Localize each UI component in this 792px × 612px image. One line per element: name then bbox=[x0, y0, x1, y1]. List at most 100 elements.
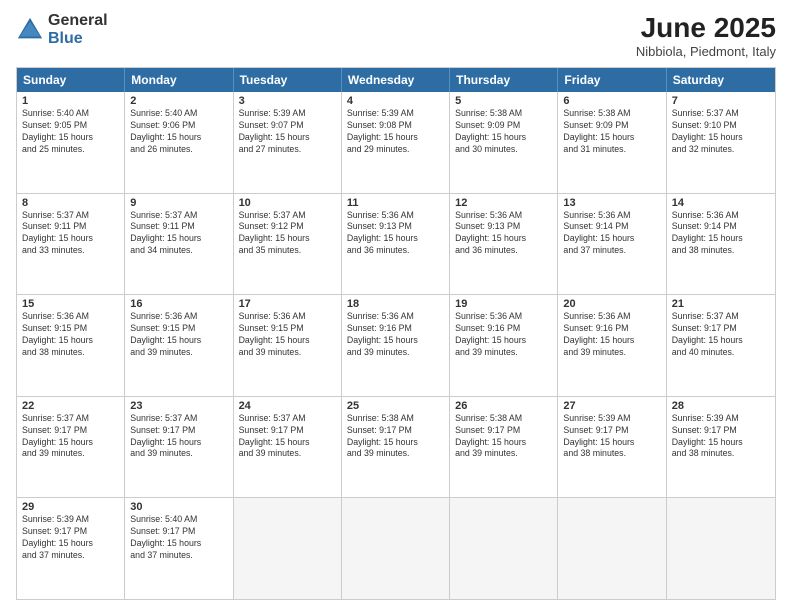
cell-info: Sunrise: 5:37 AMSunset: 9:17 PMDaylight:… bbox=[22, 413, 93, 459]
day-number: 21 bbox=[672, 298, 770, 310]
day-number: 2 bbox=[130, 95, 227, 107]
cal-cell bbox=[450, 498, 558, 599]
day-number: 14 bbox=[672, 197, 770, 209]
day-number: 16 bbox=[130, 298, 227, 310]
cal-cell: 6 Sunrise: 5:38 AMSunset: 9:09 PMDayligh… bbox=[558, 92, 666, 193]
day-number: 7 bbox=[672, 95, 770, 107]
cal-cell: 22 Sunrise: 5:37 AMSunset: 9:17 PMDaylig… bbox=[17, 397, 125, 498]
header-sunday: Sunday bbox=[17, 68, 125, 92]
day-number: 15 bbox=[22, 298, 119, 310]
cal-cell: 19 Sunrise: 5:36 AMSunset: 9:16 PMDaylig… bbox=[450, 295, 558, 396]
cal-cell bbox=[558, 498, 666, 599]
header-monday: Monday bbox=[125, 68, 233, 92]
cell-info: Sunrise: 5:36 AMSunset: 9:14 PMDaylight:… bbox=[672, 210, 743, 256]
cal-cell: 24 Sunrise: 5:37 AMSunset: 9:17 PMDaylig… bbox=[234, 397, 342, 498]
day-number: 1 bbox=[22, 95, 119, 107]
day-number: 19 bbox=[455, 298, 552, 310]
cell-info: Sunrise: 5:38 AMSunset: 9:09 PMDaylight:… bbox=[563, 108, 634, 154]
cal-cell: 29 Sunrise: 5:39 AMSunset: 9:17 PMDaylig… bbox=[17, 498, 125, 599]
day-number: 28 bbox=[672, 400, 770, 412]
day-number: 27 bbox=[563, 400, 660, 412]
cell-info: Sunrise: 5:39 AMSunset: 9:17 PMDaylight:… bbox=[672, 413, 743, 459]
cell-info: Sunrise: 5:37 AMSunset: 9:11 PMDaylight:… bbox=[130, 210, 201, 256]
cal-cell: 1 Sunrise: 5:40 AMSunset: 9:05 PMDayligh… bbox=[17, 92, 125, 193]
cal-cell: 4 Sunrise: 5:39 AMSunset: 9:08 PMDayligh… bbox=[342, 92, 450, 193]
cell-info: Sunrise: 5:38 AMSunset: 9:17 PMDaylight:… bbox=[455, 413, 526, 459]
cal-cell: 15 Sunrise: 5:36 AMSunset: 9:15 PMDaylig… bbox=[17, 295, 125, 396]
cell-info: Sunrise: 5:36 AMSunset: 9:16 PMDaylight:… bbox=[455, 311, 526, 357]
page: General Blue June 2025 Nibbiola, Piedmon… bbox=[0, 0, 792, 612]
cal-cell: 5 Sunrise: 5:38 AMSunset: 9:09 PMDayligh… bbox=[450, 92, 558, 193]
cell-info: Sunrise: 5:36 AMSunset: 9:13 PMDaylight:… bbox=[455, 210, 526, 256]
cal-cell: 20 Sunrise: 5:36 AMSunset: 9:16 PMDaylig… bbox=[558, 295, 666, 396]
cal-cell: 25 Sunrise: 5:38 AMSunset: 9:17 PMDaylig… bbox=[342, 397, 450, 498]
cal-cell: 11 Sunrise: 5:36 AMSunset: 9:13 PMDaylig… bbox=[342, 194, 450, 295]
cell-info: Sunrise: 5:38 AMSunset: 9:09 PMDaylight:… bbox=[455, 108, 526, 154]
cell-info: Sunrise: 5:40 AMSunset: 9:06 PMDaylight:… bbox=[130, 108, 201, 154]
header-wednesday: Wednesday bbox=[342, 68, 450, 92]
cal-cell: 13 Sunrise: 5:36 AMSunset: 9:14 PMDaylig… bbox=[558, 194, 666, 295]
cal-cell: 30 Sunrise: 5:40 AMSunset: 9:17 PMDaylig… bbox=[125, 498, 233, 599]
day-number: 13 bbox=[563, 197, 660, 209]
day-number: 6 bbox=[563, 95, 660, 107]
logo-text: General Blue bbox=[48, 12, 108, 47]
cal-cell: 3 Sunrise: 5:39 AMSunset: 9:07 PMDayligh… bbox=[234, 92, 342, 193]
cell-info: Sunrise: 5:36 AMSunset: 9:15 PMDaylight:… bbox=[239, 311, 310, 357]
cal-cell: 16 Sunrise: 5:36 AMSunset: 9:15 PMDaylig… bbox=[125, 295, 233, 396]
cal-cell bbox=[234, 498, 342, 599]
cell-info: Sunrise: 5:39 AMSunset: 9:07 PMDaylight:… bbox=[239, 108, 310, 154]
cal-cell: 2 Sunrise: 5:40 AMSunset: 9:06 PMDayligh… bbox=[125, 92, 233, 193]
cell-info: Sunrise: 5:39 AMSunset: 9:08 PMDaylight:… bbox=[347, 108, 418, 154]
cell-info: Sunrise: 5:38 AMSunset: 9:17 PMDaylight:… bbox=[347, 413, 418, 459]
cell-info: Sunrise: 5:40 AMSunset: 9:05 PMDaylight:… bbox=[22, 108, 93, 154]
calendar-row: 22 Sunrise: 5:37 AMSunset: 9:17 PMDaylig… bbox=[17, 396, 775, 498]
cal-cell: 12 Sunrise: 5:36 AMSunset: 9:13 PMDaylig… bbox=[450, 194, 558, 295]
day-number: 12 bbox=[455, 197, 552, 209]
header-thursday: Thursday bbox=[450, 68, 558, 92]
day-number: 4 bbox=[347, 95, 444, 107]
calendar-row: 8 Sunrise: 5:37 AMSunset: 9:11 PMDayligh… bbox=[17, 193, 775, 295]
day-number: 10 bbox=[239, 197, 336, 209]
day-number: 8 bbox=[22, 197, 119, 209]
cell-info: Sunrise: 5:37 AMSunset: 9:17 PMDaylight:… bbox=[130, 413, 201, 459]
cell-info: Sunrise: 5:36 AMSunset: 9:14 PMDaylight:… bbox=[563, 210, 634, 256]
day-number: 20 bbox=[563, 298, 660, 310]
cell-info: Sunrise: 5:37 AMSunset: 9:11 PMDaylight:… bbox=[22, 210, 93, 256]
cell-info: Sunrise: 5:37 AMSunset: 9:10 PMDaylight:… bbox=[672, 108, 743, 154]
cell-info: Sunrise: 5:39 AMSunset: 9:17 PMDaylight:… bbox=[22, 514, 93, 560]
cell-info: Sunrise: 5:36 AMSunset: 9:13 PMDaylight:… bbox=[347, 210, 418, 256]
calendar-row: 15 Sunrise: 5:36 AMSunset: 9:15 PMDaylig… bbox=[17, 294, 775, 396]
logo: General Blue bbox=[16, 12, 108, 47]
cal-cell: 23 Sunrise: 5:37 AMSunset: 9:17 PMDaylig… bbox=[125, 397, 233, 498]
header: General Blue June 2025 Nibbiola, Piedmon… bbox=[16, 12, 776, 59]
cell-info: Sunrise: 5:37 AMSunset: 9:12 PMDaylight:… bbox=[239, 210, 310, 256]
calendar: Sunday Monday Tuesday Wednesday Thursday… bbox=[16, 67, 776, 600]
cal-cell: 26 Sunrise: 5:38 AMSunset: 9:17 PMDaylig… bbox=[450, 397, 558, 498]
cal-cell: 18 Sunrise: 5:36 AMSunset: 9:16 PMDaylig… bbox=[342, 295, 450, 396]
cell-info: Sunrise: 5:37 AMSunset: 9:17 PMDaylight:… bbox=[239, 413, 310, 459]
month-year: June 2025 bbox=[636, 12, 776, 44]
day-number: 22 bbox=[22, 400, 119, 412]
cell-info: Sunrise: 5:36 AMSunset: 9:15 PMDaylight:… bbox=[22, 311, 93, 357]
cell-info: Sunrise: 5:36 AMSunset: 9:16 PMDaylight:… bbox=[347, 311, 418, 357]
cal-cell: 14 Sunrise: 5:36 AMSunset: 9:14 PMDaylig… bbox=[667, 194, 775, 295]
day-number: 23 bbox=[130, 400, 227, 412]
calendar-row: 1 Sunrise: 5:40 AMSunset: 9:05 PMDayligh… bbox=[17, 92, 775, 193]
header-saturday: Saturday bbox=[667, 68, 775, 92]
cal-cell: 10 Sunrise: 5:37 AMSunset: 9:12 PMDaylig… bbox=[234, 194, 342, 295]
location: Nibbiola, Piedmont, Italy bbox=[636, 44, 776, 59]
calendar-row: 29 Sunrise: 5:39 AMSunset: 9:17 PMDaylig… bbox=[17, 497, 775, 599]
logo-blue-text: Blue bbox=[48, 30, 108, 48]
day-number: 11 bbox=[347, 197, 444, 209]
day-number: 24 bbox=[239, 400, 336, 412]
cell-info: Sunrise: 5:39 AMSunset: 9:17 PMDaylight:… bbox=[563, 413, 634, 459]
day-number: 3 bbox=[239, 95, 336, 107]
logo-general: General bbox=[48, 12, 108, 30]
calendar-body: 1 Sunrise: 5:40 AMSunset: 9:05 PMDayligh… bbox=[17, 92, 775, 599]
calendar-header: Sunday Monday Tuesday Wednesday Thursday… bbox=[17, 68, 775, 92]
day-number: 18 bbox=[347, 298, 444, 310]
day-number: 30 bbox=[130, 501, 227, 513]
day-number: 17 bbox=[239, 298, 336, 310]
cal-cell bbox=[667, 498, 775, 599]
cal-cell: 17 Sunrise: 5:36 AMSunset: 9:15 PMDaylig… bbox=[234, 295, 342, 396]
